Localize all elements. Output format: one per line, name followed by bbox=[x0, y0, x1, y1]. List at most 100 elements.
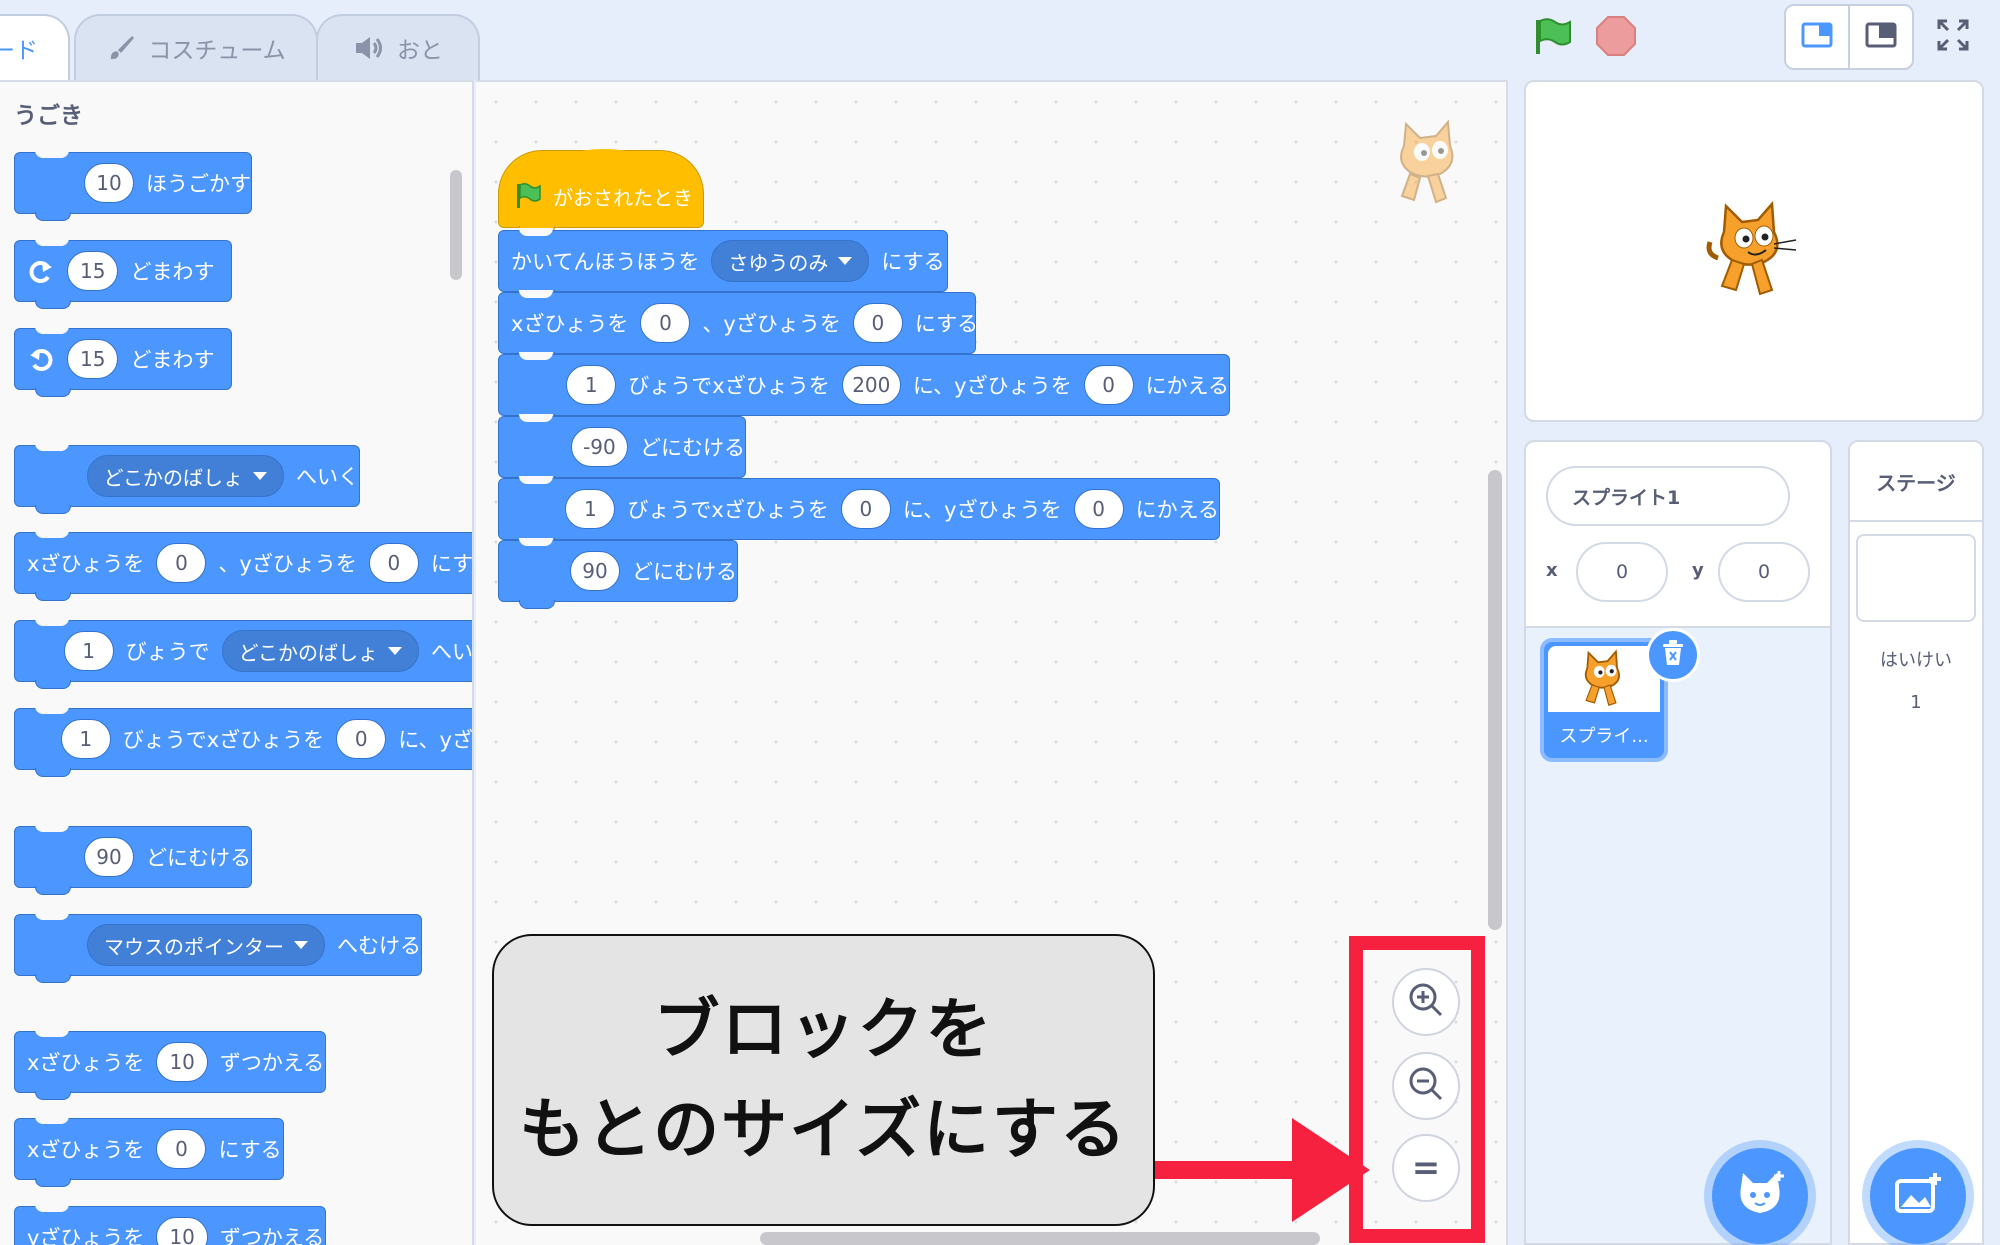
block-label: 、yざひょうを bbox=[218, 552, 357, 576]
block-point-direction[interactable]: 90 どにむける bbox=[14, 824, 252, 895]
move-steps-input[interactable]: 10 bbox=[84, 163, 134, 203]
block-goto-xy[interactable]: xざひょうを 0 、yざひょうを 0 にする bbox=[498, 290, 979, 361]
block-label: xざひょうを bbox=[511, 312, 629, 336]
block-point-direction-1[interactable]: -90 どにむける bbox=[498, 414, 746, 485]
block-when-flag-clicked[interactable]: がおされたとき bbox=[498, 149, 704, 235]
glide2-secs-input[interactable]: 1 bbox=[565, 489, 616, 529]
x-field[interactable]: 0 bbox=[1576, 542, 1668, 602]
block-glide-to[interactable]: 1 びょうで どこかのばしょ へい bbox=[14, 618, 472, 689]
turn-left-input[interactable]: 15 bbox=[67, 339, 119, 379]
backdrop-thumbnail[interactable] bbox=[1856, 534, 1976, 622]
goto-y-input[interactable]: 0 bbox=[368, 543, 419, 583]
y-value: 0 bbox=[1757, 561, 1771, 583]
delete-sprite-button[interactable] bbox=[1646, 628, 1700, 682]
point-towards-dropdown[interactable]: マウスのポインター bbox=[87, 924, 325, 966]
glidexy-x-input[interactable]: 0 bbox=[336, 719, 387, 759]
backdrops-count: 1 bbox=[1910, 692, 1922, 713]
change-x-input[interactable]: 10 bbox=[156, 1042, 208, 1082]
add-sprite-button[interactable] bbox=[1712, 1148, 1808, 1244]
rotation-dropdown-label: さゆうのみ bbox=[728, 250, 829, 275]
block-palette[interactable]: うごき 10 ほうごかす 15 どまわす 15 どまわす どこかのばしょ へいく… bbox=[0, 80, 474, 1245]
large-stage-button[interactable] bbox=[1848, 4, 1914, 70]
glide1-secs-input[interactable]: 1 bbox=[566, 365, 617, 405]
callout-line-2: もとのサイズにする bbox=[519, 1091, 1128, 1168]
block-label: びょうでxざひょうを bbox=[628, 374, 830, 398]
rotation-dropdown[interactable]: さゆうのみ bbox=[711, 240, 870, 282]
change-y-input[interactable]: 10 bbox=[156, 1217, 208, 1245]
goto-x-input[interactable]: 0 bbox=[156, 543, 207, 583]
block-label: にかえる bbox=[1145, 374, 1229, 398]
block-label: にする bbox=[218, 1138, 282, 1162]
turn-right-icon bbox=[27, 257, 55, 285]
glide2-x-input[interactable]: 0 bbox=[840, 489, 891, 529]
sprite-info: スプライト1 x 0 y 0 bbox=[1526, 442, 1830, 628]
sprite-name-field[interactable]: スプライト1 bbox=[1546, 466, 1790, 526]
point1-input[interactable]: -90 bbox=[570, 427, 628, 467]
glide-dropdown[interactable]: どこかのばしょ bbox=[221, 630, 419, 672]
block-label: ほうごかす bbox=[146, 172, 251, 196]
x-label: x bbox=[1546, 560, 1558, 581]
tab-code[interactable]: ード bbox=[0, 14, 70, 80]
fullscreen-button[interactable] bbox=[1920, 4, 1986, 70]
block-point-direction-2[interactable]: 90 どにむける bbox=[498, 538, 738, 609]
sprite-thumbnail[interactable]: スプライ... bbox=[1540, 628, 1700, 762]
annotation-arrow-shaft bbox=[1155, 1161, 1295, 1179]
glide-secs-input[interactable]: 1 bbox=[63, 631, 114, 671]
block-point-towards[interactable]: マウスのポインター へむける bbox=[14, 912, 422, 983]
dropdown-arrow-icon bbox=[838, 257, 853, 265]
set-x-input[interactable]: 0 bbox=[156, 1129, 207, 1169]
block-label: どまわす bbox=[130, 260, 215, 284]
goto-y-input[interactable]: 0 bbox=[852, 303, 903, 343]
block-label: にする bbox=[914, 312, 979, 336]
tab-costumes[interactable]: コスチューム bbox=[74, 14, 318, 80]
sprite-cat-icon[interactable] bbox=[1704, 198, 1800, 306]
block-change-x[interactable]: xざひょうを 10 ずつかえる bbox=[14, 1029, 326, 1100]
block-label: に、yざひょうを bbox=[902, 498, 1062, 522]
glidexy-secs-input[interactable]: 1 bbox=[60, 719, 111, 759]
palette-scrollbar[interactable] bbox=[450, 170, 462, 280]
block-label: へむける bbox=[337, 934, 421, 958]
small-stage-button[interactable] bbox=[1784, 4, 1850, 70]
backdrops-label: はいけい bbox=[1880, 650, 1952, 671]
block-label: ずつかえる bbox=[219, 1226, 325, 1245]
block-glide-xy[interactable]: 1 びょうでxざひょうを 0 に、yざ bbox=[14, 706, 472, 777]
stop-icon[interactable] bbox=[1594, 14, 1638, 58]
glide1-x-input[interactable]: 200 bbox=[841, 365, 901, 405]
block-label: びょうでxざひょうを bbox=[122, 728, 325, 752]
add-backdrop-button[interactable] bbox=[1870, 1148, 1966, 1244]
fullscreen-icon bbox=[1936, 18, 1970, 56]
block-rotation-style[interactable]: かいてんほうほうを さゆうのみ にする bbox=[498, 228, 948, 299]
block-set-x[interactable]: xざひょうを 0 にする bbox=[14, 1116, 284, 1187]
y-field[interactable]: 0 bbox=[1718, 542, 1810, 602]
dropdown-arrow-icon bbox=[294, 941, 308, 949]
block-move-steps[interactable]: 10 ほうごかす bbox=[14, 150, 252, 221]
turn-right-input[interactable]: 15 bbox=[67, 251, 119, 291]
block-glide-xy-2[interactable]: 1 びょうでxざひょうを 0 に、yざひょうを 0 にかえる bbox=[498, 476, 1220, 547]
workspace-scrollbar-vertical[interactable] bbox=[1488, 470, 1502, 930]
block-label: かいてんほうほうを bbox=[511, 250, 700, 274]
block-goto[interactable]: どこかのばしょ へいく bbox=[14, 443, 360, 514]
tab-sounds[interactable]: おと bbox=[316, 14, 480, 80]
small-stage-icon bbox=[1801, 22, 1833, 52]
block-glide-xy-1[interactable]: 1 びょうでxざひょうを 200 に、yざひょうを 0 にかえる bbox=[498, 352, 1230, 423]
glide2-y-input[interactable]: 0 bbox=[1073, 489, 1124, 529]
stage-panel-title: ステージ bbox=[1850, 442, 1982, 522]
point-direction-input[interactable]: 90 bbox=[84, 837, 134, 877]
stage-selector-pane[interactable]: ステージ はいけい 1 bbox=[1848, 440, 1984, 1245]
goto-x-input[interactable]: 0 bbox=[640, 303, 691, 343]
goto-dropdown[interactable]: どこかのばしょ bbox=[86, 455, 284, 497]
category-title: うごき bbox=[14, 103, 83, 129]
block-turn-right[interactable]: 15 どまわす bbox=[14, 238, 232, 309]
block-turn-left[interactable]: 15 どまわす bbox=[14, 326, 232, 397]
large-stage-icon bbox=[1865, 22, 1897, 52]
turn-left-icon bbox=[27, 345, 55, 373]
stage-canvas[interactable] bbox=[1524, 80, 1984, 422]
block-goto-xy[interactable]: xざひょうを 0 、yざひょうを 0 にする bbox=[14, 530, 472, 601]
add-sprite-icon bbox=[1733, 1169, 1787, 1223]
glide1-y-input[interactable]: 0 bbox=[1083, 365, 1134, 405]
block-change-y[interactable]: yざひょうを 10 ずつかえる bbox=[14, 1204, 326, 1245]
workspace-scrollbar-horizontal[interactable] bbox=[760, 1232, 1320, 1245]
point2-input[interactable]: 90 bbox=[570, 551, 620, 591]
green-flag-icon[interactable] bbox=[1530, 14, 1574, 58]
x-value: 0 bbox=[1615, 561, 1629, 583]
